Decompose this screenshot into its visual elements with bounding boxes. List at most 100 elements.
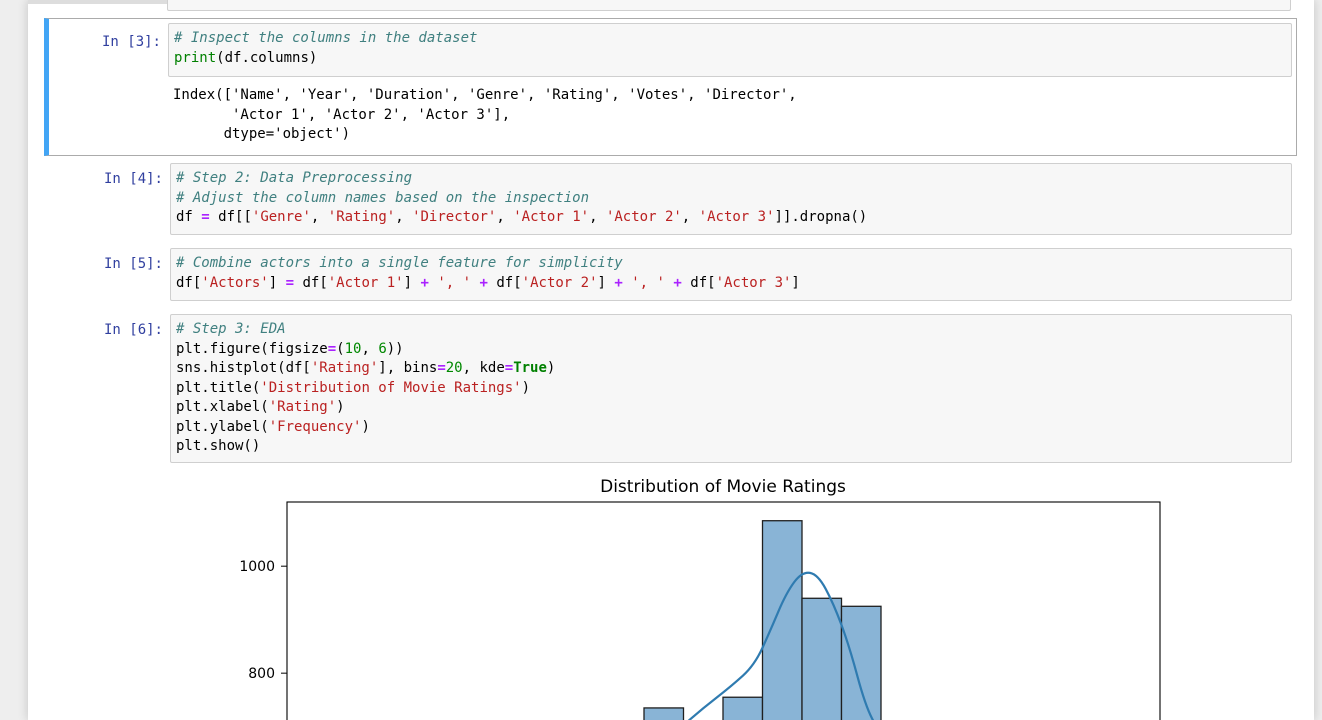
histogram-bar — [840, 605, 882, 720]
code-token: 10 — [344, 340, 362, 357]
code-token: # Step 2: Data Preprocessing — [176, 170, 413, 186]
cell-input[interactable]: # Inspect the columns in the dataset prin… — [168, 23, 1292, 77]
code-token: 'Actor 3' — [698, 209, 775, 225]
code-token: 'Actor 1' — [327, 274, 404, 291]
code-token: df[[ — [209, 209, 252, 225]
code-token: df[ — [176, 274, 202, 291]
code-token: True — [513, 360, 547, 376]
code-token: 20 — [445, 360, 463, 376]
code-token: ] — [403, 274, 421, 291]
code-token: plt.xlabel( — [176, 399, 269, 415]
code-token: plt.figure(figsize — [176, 340, 328, 357]
code-token: # Step 3: EDA — [176, 321, 286, 337]
code-token: 'Distribution of Movie Ratings' — [260, 379, 522, 396]
bars-group — [643, 520, 882, 720]
cell-input[interactable]: # Combine actors into a single feature f… — [170, 248, 1292, 301]
code-token: ] — [268, 274, 286, 291]
code-token: , — [310, 209, 328, 225]
y-tick-label: 800 — [248, 666, 275, 682]
code-token: df[ — [681, 274, 716, 291]
code-token: df — [176, 209, 202, 225]
code-editor[interactable]: # Combine actors into a single feature f… — [176, 254, 1287, 293]
code-token: ', ' — [437, 274, 472, 291]
code-token: , — [589, 209, 606, 225]
code-token: 'Actor 3' — [715, 274, 792, 291]
code-line: df['Actors'] = df['Actor 1'] + ', ' + df… — [176, 274, 1287, 294]
plot-frame — [286, 501, 1161, 720]
code-token: 'Rating' — [268, 399, 337, 415]
previous-cell-input[interactable] — [167, 0, 1291, 11]
cell-input[interactable]: # Step 3: EDA plt.figure(figsize=(10, 6))… — [170, 314, 1292, 463]
y-axis: 800 1000 — [239, 559, 287, 682]
code-token: , — [681, 209, 699, 225]
code-line: df = df[['Genre', 'Rating', 'Director', … — [176, 208, 1287, 228]
code-token: + — [673, 274, 682, 291]
code-token: = — [504, 360, 514, 376]
code-line: plt.ylabel('Frequency') — [176, 418, 1287, 438]
code-token: ] — [597, 274, 615, 291]
histogram-bar — [761, 520, 803, 720]
code-editor[interactable]: # Inspect the columns in the dataset prin… — [174, 29, 1287, 68]
code-token: 'Director' — [412, 209, 497, 225]
histogram-bar — [801, 597, 843, 720]
code-token: ) — [546, 360, 556, 376]
code-token: # Inspect the columns in the dataset — [174, 30, 478, 46]
code-token: # Adjust the column names based on the i… — [176, 189, 590, 206]
code-token: 'Actor 2' — [521, 274, 598, 291]
code-token: 'Actors' — [201, 274, 269, 291]
histogram-bar — [643, 707, 685, 720]
code-token: = — [285, 274, 295, 291]
code-token: ', ' — [631, 274, 665, 291]
code-token: # Combine actors into a single feature f… — [176, 255, 623, 271]
code-token: , kde — [462, 360, 505, 376]
code-token: 'Frequency' — [268, 418, 362, 435]
code-cell-5[interactable]: In [5]: # Combine actors into a single f… — [46, 247, 1297, 302]
code-token: ) — [336, 399, 345, 415]
code-token: plt.title( — [176, 379, 261, 396]
code-token: 'Genre' — [251, 209, 311, 225]
code-editor[interactable]: # Step 2: Data Preprocessing # Adjust the… — [176, 169, 1287, 228]
code-cell-6[interactable]: In [6]: # Step 3: EDA plt.figure(figsize=… — [46, 313, 1297, 464]
code-cell-4[interactable]: In [4]: # Step 2: Data Preprocessing # Ad… — [46, 162, 1297, 236]
code-line: plt.xlabel('Rating') — [176, 398, 1287, 418]
cell-prompt: In [5]: — [103, 256, 163, 272]
code-token: , — [395, 209, 413, 225]
cell-prompt: In [4]: — [103, 171, 163, 187]
cell-prompt: In [3]: — [101, 34, 161, 50]
code-line: plt.show() — [176, 437, 1287, 457]
code-editor[interactable]: # Step 3: EDA plt.figure(figsize=(10, 6))… — [176, 320, 1287, 457]
histogram-bar — [722, 696, 764, 720]
code-line: plt.figure(figsize=(10, 6)) — [176, 340, 1287, 360]
cell-input[interactable]: # Step 2: Data Preprocessing # Adjust the… — [170, 163, 1292, 235]
cell-prompt: In [6]: — [103, 322, 163, 338]
code-line: print(df.columns) — [174, 49, 1287, 69]
code-token: 6 — [378, 340, 387, 357]
code-token: = — [437, 360, 446, 376]
code-token: ) — [361, 418, 370, 435]
code-token: (df.columns) — [216, 49, 318, 66]
code-token: )) — [386, 340, 404, 357]
code-token: ) — [521, 379, 531, 396]
code-token: 'Rating' — [327, 209, 396, 225]
code-token: = — [327, 340, 337, 357]
code-token: ( — [336, 340, 345, 357]
code-cell-3[interactable]: In [3]: # Inspect the columns in the dat… — [44, 18, 1297, 156]
code-line: # Step 3: EDA — [176, 320, 1287, 340]
code-token: print — [174, 49, 217, 66]
notebook-page: In [3]: # Inspect the columns in the dat… — [28, 0, 1314, 720]
code-token: , — [496, 209, 514, 225]
histogram-chart: Distribution of Movie Ratings 800 1000 — [239, 477, 1161, 720]
code-token: 'Rating' — [310, 360, 379, 376]
y-tick-label: 1000 — [239, 559, 275, 575]
code-line: # Step 2: Data Preprocessing — [176, 169, 1287, 189]
code-token: ]].dropna() — [774, 209, 868, 225]
code-line: sns.histplot(df['Rating'], bins=20, kde=… — [176, 359, 1287, 379]
code-token: + — [479, 274, 488, 291]
code-token: df[ — [294, 274, 328, 291]
code-token: plt.show() — [176, 438, 261, 454]
chart-title: Distribution of Movie Ratings — [600, 477, 846, 497]
code-token: sns.histplot(df[ — [176, 360, 311, 376]
code-line: plt.title('Distribution of Movie Ratings… — [176, 379, 1287, 399]
